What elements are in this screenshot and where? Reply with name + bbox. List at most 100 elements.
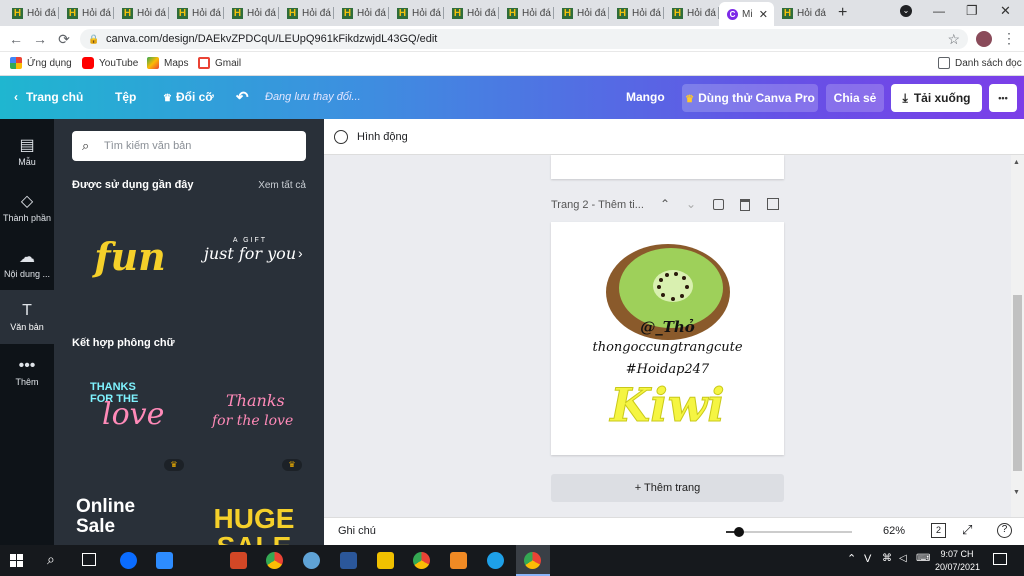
page-count-button[interactable]: 2 [931, 523, 946, 538]
page-1-preview[interactable] [551, 155, 784, 179]
notes-button[interactable]: Ghi chú [338, 525, 376, 537]
windows-start-icon[interactable] [10, 554, 23, 567]
browser-tab[interactable]: H Hỏi đá [59, 3, 114, 23]
back-icon[interactable]: ← [8, 31, 24, 47]
keyboard-icon[interactable]: ⌨ [916, 553, 930, 564]
zoom-app-icon[interactable] [156, 552, 173, 569]
home-button[interactable]: ‹ Trang chủ [14, 76, 83, 119]
move-down-icon[interactable]: ⌄ [686, 197, 696, 211]
address-bar[interactable]: 🔒 canva.com/design/DAEkvZPDCqU/LEUpQ961k… [80, 29, 968, 49]
vertical-scrollbar[interactable]: ▲ ▼ [1011, 155, 1024, 517]
try-pro-button[interactable]: ♛ Dùng thử Canva Pro [682, 84, 818, 112]
bookmark-gmail[interactable]: Gmail [198, 57, 241, 69]
more-options-button[interactable]: ••• [989, 84, 1017, 112]
volume-icon[interactable]: ◁ [899, 553, 907, 564]
app-icon[interactable] [303, 552, 320, 569]
zoom-level[interactable]: 62% [883, 525, 905, 537]
delete-page-icon[interactable] [740, 199, 750, 211]
file-explorer-icon[interactable] [377, 552, 394, 569]
powerpoint-icon[interactable] [230, 552, 247, 569]
active-app-slot[interactable] [516, 545, 550, 576]
bookmark-youtube[interactable]: YouTube [82, 57, 138, 69]
forward-icon[interactable]: → [32, 31, 48, 47]
network-icon[interactable]: ⌘ [882, 553, 892, 564]
duplicate-page-icon[interactable] [713, 199, 724, 210]
browser-tab[interactable]: H Hỏi đá [664, 3, 719, 23]
recent-fun-text[interactable]: fun [84, 231, 176, 283]
new-tab-button[interactable]: + [838, 4, 847, 22]
chrome-icon[interactable] [266, 552, 283, 569]
browser-tab[interactable]: H Hỏi đá [169, 3, 224, 23]
zoom-slider-handle[interactable] [734, 527, 744, 537]
fullscreen-icon[interactable]: ⤢ [962, 522, 972, 538]
browser-tab[interactable]: H Hỏi đá [609, 3, 664, 23]
combo-huge-sale[interactable]: HUGE SALE [204, 505, 304, 545]
resize-button[interactable]: ♛ Đổi cỡ [163, 76, 214, 119]
design-handle-text[interactable]: @_Thỏ [551, 318, 784, 336]
chrome-icon[interactable] [413, 552, 430, 569]
browser-tab[interactable]: H Hỏi đá [389, 3, 444, 23]
page-2-canvas[interactable]: @_Thỏ thongoccungtrangcute #Hoidap247 Ki… [551, 222, 784, 455]
browser-tab[interactable]: H Hỏi đá [279, 3, 334, 23]
close-window-button[interactable]: ✕ [1000, 3, 1011, 19]
design-title-text[interactable]: Kiwi [551, 378, 784, 433]
clock-time[interactable]: 9:07 CH [935, 549, 979, 559]
design-line-text[interactable]: thongoccungtrangcute [551, 340, 784, 355]
browser-tab[interactable]: H Hỏi đá [4, 3, 59, 23]
browser-tab[interactable]: H Hỏi đá [224, 3, 279, 23]
clock-date[interactable]: 20/07/2021 [935, 562, 980, 572]
input-language[interactable]: V [864, 553, 871, 565]
tray-chevron-icon[interactable]: ⌃ [847, 552, 856, 565]
scroll-down-icon[interactable]: ▼ [1013, 489, 1020, 496]
rail-text[interactable]: T Văn bản [0, 290, 54, 344]
combo-online-sale[interactable]: Online Sale [76, 497, 186, 545]
app-icon[interactable] [450, 552, 467, 569]
combo-thanks-script[interactable]: Thanks for the love ♛ [194, 371, 310, 471]
bookmark-apps[interactable]: Ứng dụng [10, 57, 72, 69]
chevron-right-icon[interactable]: › [298, 245, 303, 261]
reading-list[interactable]: Danh sách đọc [938, 57, 1022, 69]
design-name[interactable]: Mango [626, 76, 665, 119]
file-menu[interactable]: Tệp [115, 76, 136, 119]
scrollbar-thumb[interactable] [1013, 295, 1022, 471]
browser-menu-icon[interactable]: ⋮ [1002, 30, 1016, 47]
browser-tab[interactable]: H Hỏi đá [554, 3, 609, 23]
bookmark-star-icon[interactable]: ☆ [947, 29, 960, 49]
move-up-icon[interactable]: ⌃ [660, 197, 670, 211]
browser-tab[interactable]: H Hỏi đá [114, 3, 169, 23]
browser-tab[interactable]: H Hỏi đá [444, 3, 499, 23]
notification-icon[interactable] [993, 553, 1007, 565]
combo-thanks-love[interactable]: THANKS FOR THE love ♛ [72, 371, 188, 471]
animate-button[interactable]: Hình động [357, 119, 408, 155]
recent-gift-text[interactable]: A GIFT just for you [202, 237, 298, 283]
add-page-icon[interactable] [767, 198, 779, 210]
help-button[interactable]: ? [997, 523, 1012, 538]
zalo-icon[interactable] [120, 552, 137, 569]
profile-avatar[interactable] [976, 31, 992, 47]
browser-tab[interactable]: H Hỏi đá [499, 3, 554, 23]
bookmark-maps[interactable]: Maps [147, 57, 188, 69]
browser-tab[interactable]: H Hỏi đá [774, 3, 829, 23]
task-view-icon[interactable] [82, 553, 96, 566]
undo-icon[interactable]: ↶ [236, 76, 249, 119]
minimize-button[interactable]: — [933, 4, 945, 18]
rail-elements[interactable]: ◇ Thành phần [0, 181, 54, 235]
browser-tab[interactable]: H Hỏi đá [334, 3, 389, 23]
close-tab-icon[interactable]: ✕ [759, 8, 768, 21]
search-icon[interactable]: ⌕ [47, 551, 55, 568]
edge-icon[interactable] [487, 552, 504, 569]
see-all-link[interactable]: Xem tất cả [258, 180, 306, 191]
zoom-slider[interactable] [726, 531, 852, 533]
scroll-up-icon[interactable]: ▲ [1013, 159, 1020, 166]
tab-search-icon[interactable]: ⌄ [900, 5, 912, 17]
page-2-title[interactable]: Trang 2 - Thêm ti... [551, 199, 644, 211]
browser-tab-active[interactable]: C Mi ✕ [719, 2, 774, 26]
restore-button[interactable]: ❐ [966, 3, 978, 19]
rail-templates[interactable]: ▤ Mẫu [0, 125, 54, 179]
design-hashtag-text[interactable]: #Hoidap247 [551, 362, 784, 377]
rail-more[interactable]: ••• Thêm [0, 345, 54, 399]
rail-uploads[interactable]: ☁ Nội dung ... [0, 237, 54, 291]
share-button[interactable]: Chia sẻ [826, 84, 884, 112]
add-page-button[interactable]: + Thêm trang [551, 474, 784, 502]
search-text-input[interactable]: ⌕ Tìm kiếm văn bản [72, 131, 306, 161]
